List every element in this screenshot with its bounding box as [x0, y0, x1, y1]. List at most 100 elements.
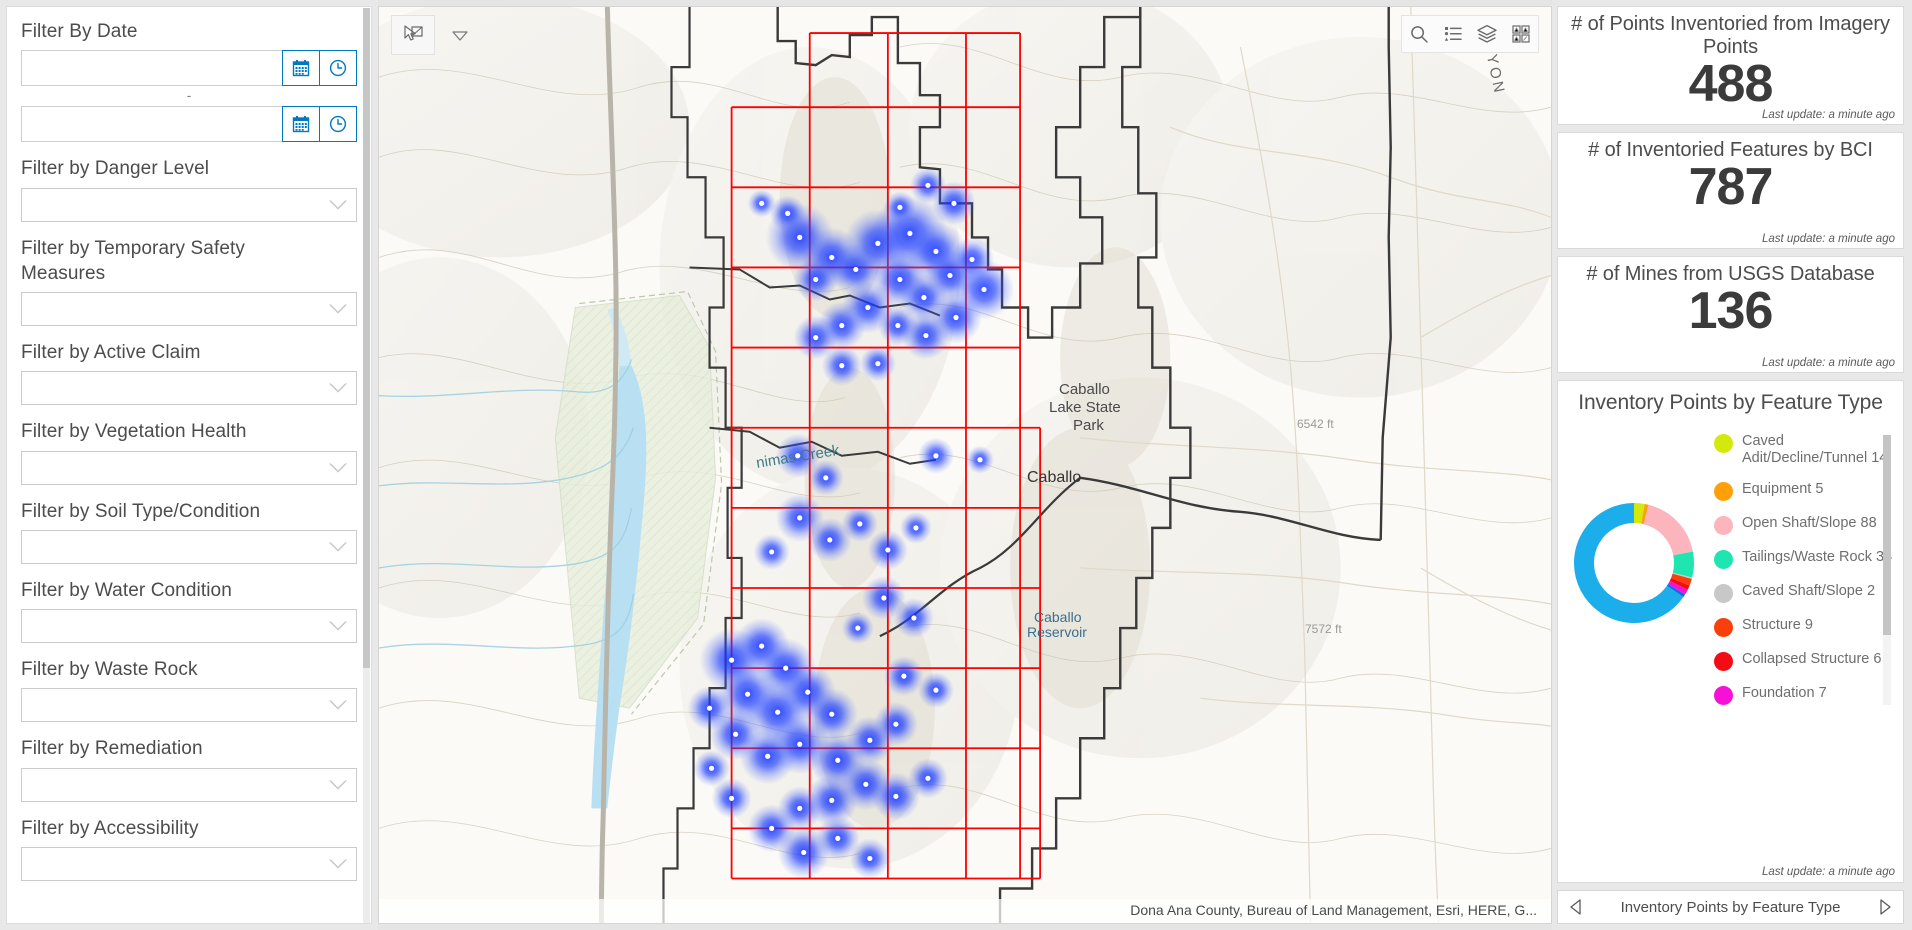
layers-icon[interactable]: [1470, 16, 1504, 52]
donut-slice[interactable]: [1672, 551, 1694, 578]
legend-swatch-icon: [1714, 550, 1733, 570]
search-icon[interactable]: [1402, 16, 1436, 52]
legend-swatch-icon: [1714, 482, 1733, 502]
stats-panel: # of Points Inventoried from Imagery Poi…: [1552, 0, 1912, 930]
map-attribution: Dona Ana County, Bureau of Land Manageme…: [379, 899, 1551, 923]
select-tool-icon[interactable]: [391, 15, 435, 55]
filter-label-danger-level: Filter by Danger Level: [21, 158, 210, 180]
chart-legend-item[interactable]: Structure 9: [1714, 617, 1903, 638]
filter-select-water-condition[interactable]: [21, 609, 357, 644]
chart-pager: Inventory Points by Feature Type: [1557, 890, 1904, 924]
filter-select-vegetation-health[interactable]: [21, 450, 357, 485]
legend-icon[interactable]: [1436, 16, 1470, 52]
chart-legend-item-label: Collapsed Structure 6: [1742, 651, 1882, 668]
map-panel: CANYON Caballo Lake State Park Caballo C…: [378, 0, 1552, 930]
chevron-down-icon: [329, 859, 347, 869]
filter-select-temporary-safety-measures[interactable]: [21, 292, 357, 327]
chart-legend-item[interactable]: Collapsed Structure 6: [1714, 651, 1903, 672]
stat-title: # of Points Inventoried from Imagery Poi…: [1571, 13, 1890, 58]
chevron-down-icon[interactable]: [438, 15, 482, 55]
map-basemap: [379, 7, 1551, 923]
donut-slice[interactable]: [1641, 503, 1649, 525]
filter-select-danger-level[interactable]: [21, 187, 357, 222]
filter-label-remediation: Filter by Remediation: [21, 738, 203, 760]
chevron-down-icon: [329, 700, 347, 710]
filter-label-waste-rock: Filter by Waste Rock: [21, 659, 198, 681]
date-from-input[interactable]: [21, 50, 283, 87]
chevron-down-icon: [329, 463, 347, 473]
chart-title: Inventory Points by Feature Type: [1578, 391, 1883, 414]
filter-select-waste-rock[interactable]: [21, 688, 357, 723]
stat-last-update: Last update: a minute ago: [1762, 357, 1895, 369]
legend-scrollbar[interactable]: [1883, 435, 1891, 705]
filter-select-accessibility[interactable]: [21, 846, 357, 881]
chart-legend-item[interactable]: Caved Shaft/Slope 2: [1714, 583, 1903, 604]
chart-legend: Caved Adit/Decline/Tunnel 14 Equipment 5 O…: [1710, 419, 1903, 705]
chart-last-update: Last update: a minute ago: [1762, 866, 1895, 878]
filter-select-remediation[interactable]: [21, 767, 357, 802]
chart-card-inventory-points-by-feature-type: Inventory Points by Feature Type Caved A…: [1557, 380, 1904, 883]
chevron-left-icon[interactable]: [1568, 898, 1586, 916]
donut-slice[interactable]: [1667, 580, 1688, 595]
chart-legend-item-label: Foundation 7: [1742, 685, 1827, 702]
chevron-down-icon: [329, 780, 347, 790]
chart-legend-item-label: Open Shaft/Slope 88: [1742, 515, 1877, 532]
donut-chart[interactable]: [1568, 497, 1700, 629]
date-to-row: [21, 106, 357, 143]
chart-legend-item-label: Structure 9: [1742, 617, 1813, 634]
date-to-input[interactable]: [21, 106, 283, 143]
filter-label-temporary-safety-measures: Filter by Temporary Safety Measures: [21, 237, 245, 284]
date-range-separator: -: [186, 87, 192, 104]
calendar-icon-from[interactable]: [282, 50, 320, 87]
stat-value: 488: [1688, 55, 1774, 113]
donut-slice[interactable]: [1643, 504, 1693, 556]
chart-legend-list: Caved Adit/Decline/Tunnel 14 Equipment 5 O…: [1714, 433, 1903, 705]
filter-label-vegetation-health: Filter by Vegetation Health: [21, 421, 247, 443]
donut-slice[interactable]: [1633, 503, 1645, 524]
legend-swatch-icon: [1714, 618, 1733, 638]
stat-last-update: Last update: a minute ago: [1762, 109, 1895, 121]
chart-pager-label: Inventory Points by Feature Type: [1620, 898, 1841, 916]
legend-swatch-icon: [1714, 652, 1733, 672]
map-toolbar-left: [391, 15, 485, 55]
basemap-gallery-icon[interactable]: [1504, 16, 1538, 52]
stat-value: 136: [1688, 282, 1774, 340]
legend-scrollbar-thumb[interactable]: [1883, 435, 1891, 635]
filter-label-water-condition: Filter by Water Condition: [21, 579, 232, 601]
filter-select-active-claim[interactable]: [21, 371, 357, 406]
chevron-down-icon: [329, 621, 347, 631]
chart-legend-item[interactable]: Caved Adit/Decline/Tunnel 14: [1714, 433, 1903, 467]
donut-slice[interactable]: [1671, 573, 1692, 586]
stat-card-imagery-points: # of Points Inventoried from Imagery Poi…: [1557, 6, 1904, 125]
dashboard-root: Filter By Date - Filter by Danger Level …: [0, 0, 1912, 930]
chart-legend-item[interactable]: Tailings/Waste Rock 34: [1714, 549, 1903, 570]
map-view[interactable]: CANYON Caballo Lake State Park Caballo C…: [378, 6, 1552, 924]
calendar-icon-to[interactable]: [282, 106, 320, 143]
sidebar-scrollbar-thumb[interactable]: [363, 8, 370, 668]
stat-card-bci-features: # of Inventoried Features by BCI 787 Las…: [1557, 132, 1904, 249]
chart-legend-item[interactable]: Equipment 5: [1714, 481, 1903, 502]
stat-last-update: Last update: a minute ago: [1762, 233, 1895, 245]
chevron-down-icon: [329, 542, 347, 552]
chart-legend-item[interactable]: Foundation 7: [1714, 685, 1903, 705]
donut-slice[interactable]: [1669, 577, 1690, 590]
chevron-down-icon: [329, 304, 347, 314]
clock-icon-to[interactable]: [319, 106, 357, 143]
chart-legend-item-label: Equipment 5: [1742, 481, 1824, 498]
stat-card-usgs-mines: # of Mines from USGS Database 136 Last u…: [1557, 256, 1904, 373]
legend-swatch-icon: [1714, 584, 1733, 604]
clock-icon-from[interactable]: [319, 50, 357, 87]
chevron-right-icon[interactable]: [1875, 898, 1893, 916]
filter-sidebar-content: Filter By Date - Filter by Danger Level …: [6, 6, 372, 924]
map-toolbar-right: [1401, 15, 1539, 53]
chart-legend-item[interactable]: Open Shaft/Slope 88: [1714, 515, 1903, 536]
chart-body: Caved Adit/Decline/Tunnel 14 Equipment 5 O…: [1558, 419, 1903, 719]
filter-select-soil-type-condition[interactable]: [21, 529, 357, 564]
donut-slice[interactable]: [1666, 583, 1686, 598]
chart-legend-item-label: Caved Shaft/Slope 2: [1742, 583, 1876, 600]
donut-chart-container: [1558, 419, 1710, 629]
filter-label-date: Filter By Date: [21, 21, 138, 42]
sidebar-scrollbar[interactable]: [363, 8, 370, 923]
filter-label-soil-type-condition: Filter by Soil Type/Condition: [21, 500, 261, 522]
chart-legend-item-label: Tailings/Waste Rock 34: [1742, 549, 1893, 566]
